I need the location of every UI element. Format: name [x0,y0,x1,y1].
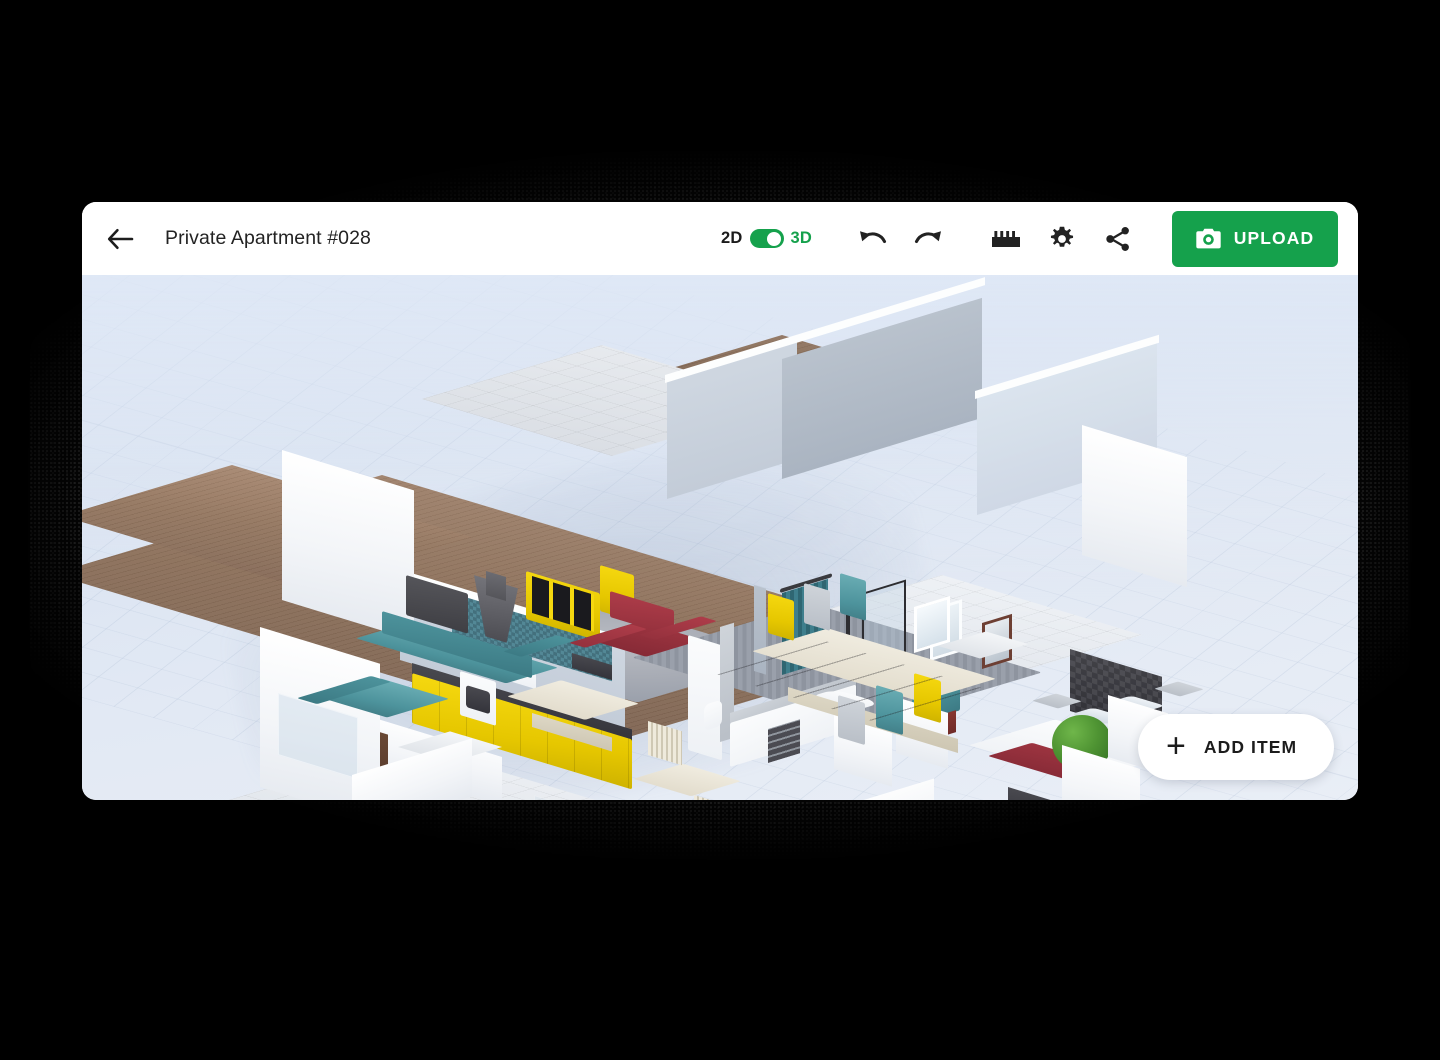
undo-button[interactable] [852,219,892,259]
back-button[interactable] [98,217,142,261]
view-mode-3d-label[interactable]: 3D [791,229,813,248]
view-mode-switch[interactable] [749,229,784,248]
screenshot-root: Private Apartment #028 2D 3D UPLOAD + AD… [0,0,1440,1060]
upload-button-label: UPLOAD [1233,228,1315,248]
app-window: Private Apartment #028 2D 3D UPLOAD + AD… [82,202,1358,800]
undo-icon [859,230,886,243]
plus-icon: + [1166,726,1186,765]
app-header: Private Apartment #028 2D 3D UPLOAD [82,202,1358,275]
dining-chair-yellow-far[interactable] [768,593,794,641]
ruler-icon [992,230,1020,247]
switch-knob [767,231,781,246]
page-title: Private Apartment #028 [165,227,371,249]
wall-bedroom-right [1082,425,1187,588]
wall-dining-front [782,778,934,800]
add-item-button[interactable]: + ADD ITEM [1138,714,1334,780]
measure-button[interactable] [986,219,1026,259]
share-icon [1106,226,1129,251]
gear-icon [1050,226,1074,247]
toolbar-icons [852,219,1138,259]
share-button[interactable] [1098,219,1138,259]
dining-chair-grey-far[interactable] [804,583,830,631]
view-mode-toggle[interactable]: 2D 3D [721,229,812,248]
arrow-left-icon [107,228,133,249]
floorplan-3d-viewport[interactable]: + ADD ITEM [82,275,1358,800]
add-item-label: ADD ITEM [1203,736,1298,757]
settings-button[interactable] [1042,219,1082,259]
view-mode-2d-label[interactable]: 2D [721,229,743,248]
redo-button[interactable] [908,219,948,259]
upload-button[interactable]: UPLOAD [1172,210,1338,267]
balcony-chair-back-lower[interactable] [694,795,728,800]
camera-icon [1196,228,1221,249]
wardrobe-tall[interactable] [688,635,722,761]
redo-icon [914,230,941,243]
dining-chair-teal-far[interactable] [840,573,866,621]
